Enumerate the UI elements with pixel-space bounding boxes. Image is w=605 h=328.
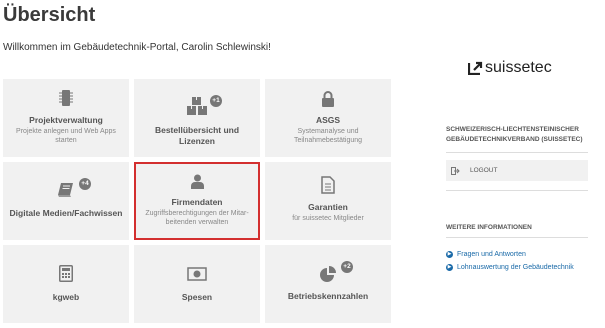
pie-chart-icon	[265, 266, 391, 284]
tile-title: kgweb	[52, 292, 80, 302]
tile-title: ASGS	[315, 115, 341, 125]
logo-mark-icon	[468, 61, 483, 75]
tile-asgs[interactable]: ASGS Systemanalyse und Teilnahmebestätig…	[265, 79, 391, 157]
suissetec-logo[interactable]: suissetec	[468, 59, 552, 77]
divider	[446, 190, 588, 191]
link-fragen-und-antworten[interactable]: ▶ Fragen und Antworten	[446, 251, 526, 258]
tile-betriebskennzahlen[interactable]: +2 Betriebskennzahlen	[265, 245, 391, 323]
tile-title: Digitale Medien/Fachwissen	[9, 208, 123, 218]
tile-kgweb[interactable]: kgweb	[3, 245, 129, 323]
calculator-icon	[3, 265, 129, 282]
tile-subtitle: Systemanalyse und Teilnahmebestätigung	[293, 128, 363, 144]
chip-icon	[3, 89, 129, 107]
user-icon	[136, 174, 258, 189]
boxes-icon	[134, 96, 260, 116]
tile-title: Garantien	[308, 202, 348, 212]
tile-title: Bestellübersicht und Lizenzen	[154, 125, 240, 146]
tile-projektverwaltung[interactable]: Projektverwaltung Projekte anlegen und W…	[3, 79, 129, 157]
tile-title: Projektverwaltung	[29, 115, 103, 125]
tile-bestelluebersicht[interactable]: +1 Bestellübersicht und Lizenzen	[134, 79, 260, 157]
lock-icon	[265, 91, 391, 108]
logout-icon	[451, 166, 460, 175]
welcome-message: Willkommen im Gebäudetechnik-Portal, Car…	[3, 42, 271, 53]
tile-subtitle: Zugriffsberechtigungen der Mitar-beitend…	[145, 210, 249, 226]
tile-spesen[interactable]: Spesen	[134, 245, 260, 323]
tile-subtitle: Projekte anlegen und Web Apps starten	[16, 128, 116, 144]
tile-firmendaten[interactable]: Firmendaten Zugriffsberechtigungen der M…	[134, 162, 260, 240]
arrow-right-icon: ▶	[446, 264, 453, 271]
tile-garantien[interactable]: Garantien für suissetec Mitglieder	[265, 162, 391, 240]
tile-title: Betriebskennzahlen	[287, 291, 369, 301]
notification-badge: +4	[79, 178, 91, 190]
logout-button[interactable]: LOGOUT	[446, 160, 588, 181]
link-lohnauswertung[interactable]: ▶ Lohnauswertung der Gebäudetechnik	[446, 264, 574, 271]
link-label: Lohnauswertung der Gebäudetechnik	[457, 264, 574, 271]
notification-badge: +2	[341, 261, 353, 273]
book-icon	[3, 182, 129, 198]
divider	[446, 152, 588, 153]
notification-badge: +1	[210, 95, 222, 107]
page-title: Übersicht	[3, 4, 96, 26]
logout-label: LOGOUT	[470, 167, 498, 174]
link-label: Fragen und Antworten	[457, 251, 526, 258]
logo-text: suissetec	[485, 59, 552, 76]
divider	[446, 237, 588, 238]
arrow-right-icon: ▶	[446, 251, 453, 258]
tile-digitale-medien[interactable]: +4 Digitale Medien/Fachwissen	[3, 162, 129, 240]
document-icon	[265, 176, 391, 194]
money-icon	[134, 267, 260, 281]
org-name-line2: GEBÄUDETECHNIKVERBAND (SUISSETEC)	[446, 136, 583, 143]
tile-subtitle: für suissetec Mitglieder	[292, 215, 364, 222]
more-info-heading: WEITERE INFORMATIONEN	[446, 224, 532, 231]
tile-title: Firmendaten	[171, 197, 223, 207]
tile-title: Spesen	[181, 292, 213, 302]
org-name-line1: SCHWEIZERISCH-LIECHTENSTEINISCHER	[446, 126, 579, 133]
